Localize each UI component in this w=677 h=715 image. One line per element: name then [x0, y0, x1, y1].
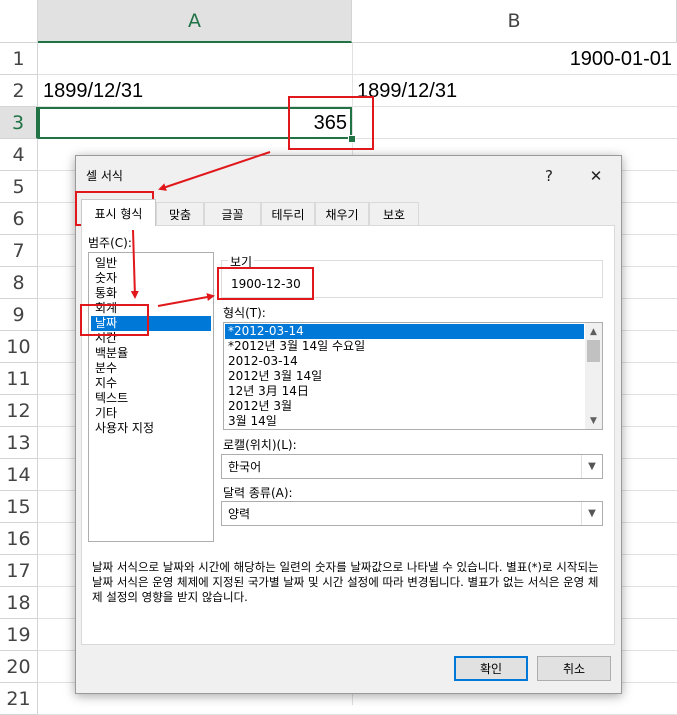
scroll-down-icon[interactable]: ▼: [585, 412, 602, 429]
tab-border[interactable]: 테두리: [261, 202, 315, 225]
scroll-thumb[interactable]: [587, 340, 600, 362]
format-cells-dialog: 셀 서식 ? ✕ 표시 형식 맞춤 글꼴 테두리 채우기 보호 범주(C): 일…: [75, 155, 622, 694]
category-item[interactable]: 지수: [91, 376, 211, 391]
row-header[interactable]: 13: [0, 427, 38, 459]
category-item[interactable]: 숫자: [91, 271, 211, 286]
row-header[interactable]: 9: [0, 299, 38, 331]
category-item[interactable]: 일반: [91, 256, 211, 271]
calendar-value: 양력: [228, 507, 251, 521]
row-header[interactable]: 15: [0, 491, 38, 523]
category-item[interactable]: 분수: [91, 361, 211, 376]
format-item[interactable]: 12년 3月 14日: [225, 384, 584, 399]
row-header[interactable]: 19: [0, 619, 38, 651]
row-header[interactable]: 12: [0, 395, 38, 427]
row-header[interactable]: 16: [0, 523, 38, 555]
format-item[interactable]: 2012년 3월: [225, 399, 584, 414]
row-header[interactable]: 5: [0, 171, 38, 203]
column-header-b[interactable]: B: [352, 0, 677, 43]
format-item[interactable]: 3월 14일: [225, 414, 584, 429]
row-header[interactable]: 3: [0, 107, 38, 139]
dialog-title: 셀 서식: [86, 169, 123, 183]
annotation-box-sample: [217, 267, 314, 300]
cell-b2[interactable]: 1899/12/31: [352, 75, 677, 107]
row-header[interactable]: 11: [0, 363, 38, 395]
cancel-button[interactable]: 취소: [537, 656, 611, 681]
locale-select[interactable]: 한국어 ▼: [221, 454, 603, 479]
format-item[interactable]: 2012년 3월 14일: [225, 369, 584, 384]
row-header[interactable]: 14: [0, 459, 38, 491]
category-list[interactable]: 일반 숫자 통화 회계 날짜 시간 백분율 분수 지수 텍스트 기타 사용자 지정: [88, 252, 214, 542]
format-list[interactable]: *2012-03-14 *2012년 3월 14일 수요일 2012-03-14 20…: [223, 322, 603, 430]
row-header[interactable]: 18: [0, 587, 38, 619]
category-label: 범주(C):: [88, 236, 132, 250]
description-text: 날짜 서식으로 날짜와 시간에 해당하는 일련의 숫자를 날짜값으로 나타낼 수…: [92, 560, 599, 604]
tab-protection[interactable]: 보호: [369, 202, 419, 225]
row-header[interactable]: 17: [0, 555, 38, 587]
format-list-scrollbar[interactable]: ▲ ▼: [585, 323, 602, 429]
locale-label: 로캘(위치)(L):: [223, 438, 297, 452]
tab-number[interactable]: 표시 형식: [81, 199, 156, 226]
format-item[interactable]: 2012-03-14: [225, 354, 584, 369]
calendar-select[interactable]: 양력 ▼: [221, 501, 603, 526]
category-item[interactable]: 사용자 지정: [91, 421, 211, 436]
row-header[interactable]: 4: [0, 139, 38, 171]
annotation-box-category: [80, 304, 149, 336]
select-all-corner[interactable]: [0, 0, 38, 43]
calendar-label: 달력 종류(A):: [223, 486, 293, 500]
ok-button[interactable]: 확인: [454, 656, 528, 681]
row-header[interactable]: 7: [0, 235, 38, 267]
row-header[interactable]: 6: [0, 203, 38, 235]
tab-font[interactable]: 글꼴: [204, 202, 261, 225]
category-item[interactable]: 백분율: [91, 346, 211, 361]
category-item[interactable]: 통화: [91, 286, 211, 301]
category-item[interactable]: 텍스트: [91, 391, 211, 406]
cell-b1[interactable]: 1900-01-01: [352, 43, 677, 75]
annotation-box-cell: [288, 96, 374, 150]
scroll-up-icon[interactable]: ▲: [585, 323, 602, 340]
chevron-down-icon[interactable]: ▼: [581, 455, 602, 478]
column-header-a[interactable]: A: [38, 0, 352, 43]
row-header[interactable]: 21: [0, 683, 38, 715]
help-button[interactable]: ?: [529, 158, 569, 194]
row-header[interactable]: 2: [0, 75, 38, 107]
row-header[interactable]: 20: [0, 651, 38, 683]
format-item[interactable]: *2012-03-14: [225, 324, 584, 339]
category-item[interactable]: 기타: [91, 406, 211, 421]
chevron-down-icon[interactable]: ▼: [581, 502, 602, 525]
format-item[interactable]: *2012년 3월 14일 수요일: [225, 339, 584, 354]
close-icon[interactable]: ✕: [576, 158, 616, 194]
row-header[interactable]: 8: [0, 267, 38, 299]
locale-value: 한국어: [228, 460, 262, 474]
tab-alignment[interactable]: 맞춤: [156, 202, 204, 225]
tab-fill[interactable]: 채우기: [315, 202, 369, 225]
row-header[interactable]: 10: [0, 331, 38, 363]
row-header[interactable]: 1: [0, 43, 38, 75]
format-label: 형식(T):: [223, 306, 266, 320]
